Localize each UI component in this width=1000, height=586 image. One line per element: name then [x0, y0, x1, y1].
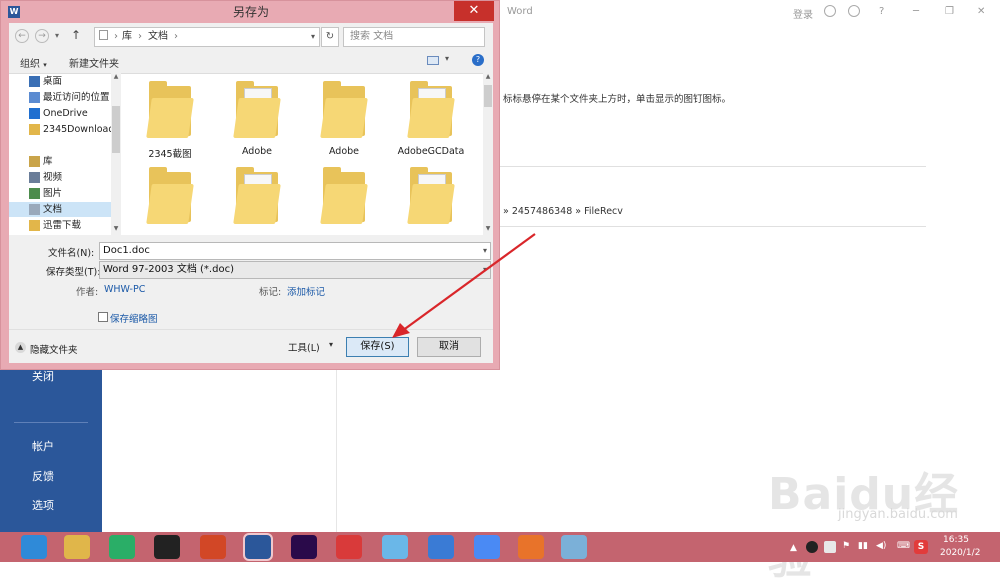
tray-app-icon[interactable] — [824, 541, 836, 553]
tray-chevron-icon[interactable]: ▲ — [790, 543, 797, 553]
feishu-icon[interactable] — [428, 535, 454, 559]
volume-icon[interactable]: ◀) — [876, 541, 886, 551]
premiere-icon[interactable] — [291, 535, 317, 559]
taskbar: ▲ ⚑ ▮▮ ◀) ⌨ S 16:35 2020/1/2 — [0, 532, 1000, 562]
chrome-icon[interactable] — [474, 535, 500, 559]
network-icon[interactable]: ▮▮ — [858, 541, 868, 551]
file-explorer-icon[interactable] — [64, 535, 90, 559]
wechat-icon[interactable] — [109, 535, 135, 559]
app2-icon[interactable] — [518, 535, 544, 559]
browser-360-icon[interactable] — [21, 535, 47, 559]
flag-icon[interactable]: ⚑ — [842, 541, 850, 551]
app-icon[interactable] — [336, 535, 362, 559]
word-icon[interactable] — [243, 533, 273, 561]
keyboard-icon[interactable]: ⌨ — [897, 541, 910, 551]
chat-app-icon[interactable] — [382, 535, 408, 559]
tray-qq-icon[interactable] — [806, 541, 818, 553]
clock-date[interactable]: 2020/1/2 — [940, 548, 980, 558]
notepad-icon[interactable] — [561, 535, 587, 559]
annotation-arrow — [392, 233, 536, 338]
qq-icon[interactable] — [154, 535, 180, 559]
powerpoint-icon[interactable] — [200, 535, 226, 559]
clock-time[interactable]: 16:35 — [943, 535, 969, 545]
sogou-ime-icon[interactable]: S — [914, 540, 928, 554]
